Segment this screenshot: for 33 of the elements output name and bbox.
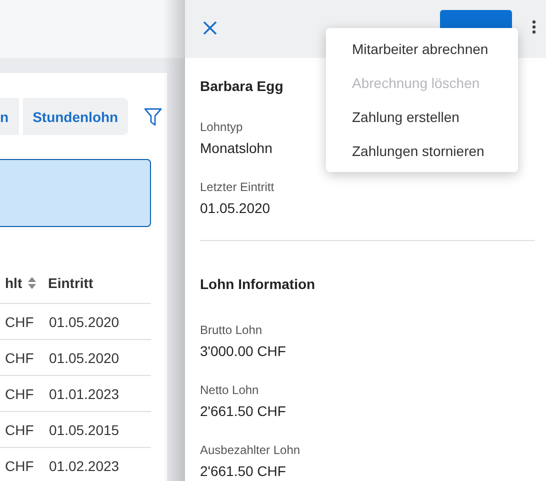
field-value: 3'000.00 CHF xyxy=(200,343,286,359)
table-cell: 01.05.2020 xyxy=(49,314,120,330)
menu-item[interactable]: Mitarbeiter abrechnen xyxy=(326,32,518,66)
field-label: Ausbezahlter Lohn xyxy=(200,443,300,457)
column-header[interactable]: Eintritt xyxy=(48,275,94,291)
field-label: Letzter Eintritt xyxy=(200,180,274,194)
tab[interactable]: Stundenlohn xyxy=(22,98,128,135)
table-cell: 01.02.2023 xyxy=(49,458,120,474)
table-cell: CHF xyxy=(5,458,34,474)
table-cell: CHF xyxy=(5,314,34,330)
column-header[interactable]: hlt xyxy=(5,275,22,291)
field-label: Lohntyp xyxy=(200,120,243,134)
menu-item[interactable]: Zahlungen stornieren xyxy=(326,134,518,168)
close-icon[interactable] xyxy=(203,21,217,35)
table-cell: 01.05.2015 xyxy=(49,422,120,438)
table-cell: CHF xyxy=(5,386,34,402)
table-cell: CHF xyxy=(5,422,34,438)
field-value: Monatslohn xyxy=(200,140,272,156)
field-label: Brutto Lohn xyxy=(200,323,262,337)
table-cell: 01.05.2020 xyxy=(49,350,120,366)
field-label: Netto Lohn xyxy=(200,383,259,397)
tab[interactable]: n xyxy=(0,98,19,135)
field-value: 2'661.50 CHF xyxy=(200,463,286,479)
menu-item[interactable]: Zahlung erstellen xyxy=(326,100,518,134)
sort-icon[interactable] xyxy=(28,277,36,289)
filter-icon[interactable] xyxy=(144,106,162,126)
more-icon[interactable] xyxy=(532,20,536,34)
field-value: 01.05.2020 xyxy=(200,200,270,216)
field-value: 2'661.50 CHF xyxy=(200,403,286,419)
table-cell: 01.01.2023 xyxy=(49,386,120,402)
table-cell: CHF xyxy=(5,350,34,366)
section-title: Lohn Information xyxy=(200,276,316,292)
employee-name: Barbara Egg xyxy=(200,78,284,94)
